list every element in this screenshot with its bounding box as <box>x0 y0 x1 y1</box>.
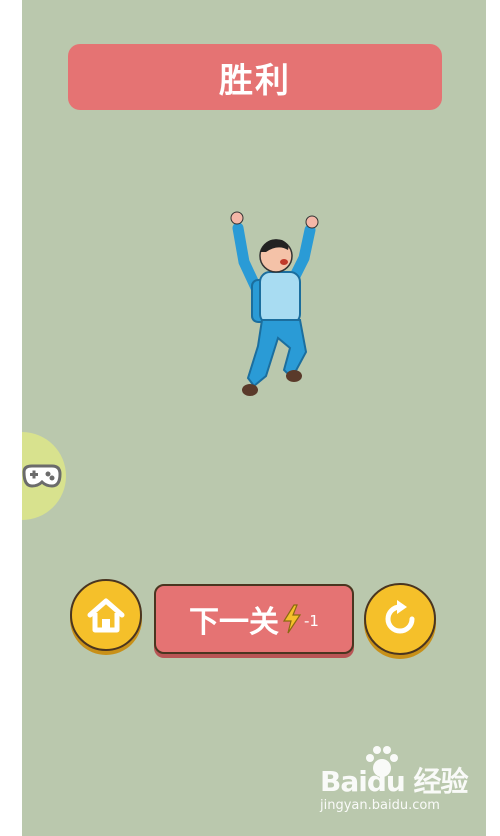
watermark-logo-text: Baidu 经验 <box>320 765 469 798</box>
retry-button[interactable] <box>364 583 436 655</box>
baidu-watermark: Baidu 经验 jingyan.baidu.com <box>320 742 486 822</box>
victory-banner: 胜利 <box>68 44 442 110</box>
game-screen: 胜利 下一关 -1 Baidu 经验 jingyan.baidu.com <box>22 0 486 836</box>
energy-cost: -1 <box>304 612 319 630</box>
gamepad-icon <box>22 464 62 488</box>
victory-title: 胜利 <box>219 60 291 101</box>
next-level-label: 下一关 <box>189 605 280 640</box>
next-level-button[interactable]: 下一关 -1 <box>154 584 354 654</box>
lightning-icon <box>282 604 302 634</box>
watermark-url: jingyan.baidu.com <box>320 798 440 813</box>
home-icon <box>87 598 125 633</box>
side-menu-tab[interactable] <box>22 432 66 520</box>
refresh-icon <box>385 600 415 634</box>
celebrating-boy <box>230 211 319 396</box>
home-button[interactable] <box>70 579 142 651</box>
